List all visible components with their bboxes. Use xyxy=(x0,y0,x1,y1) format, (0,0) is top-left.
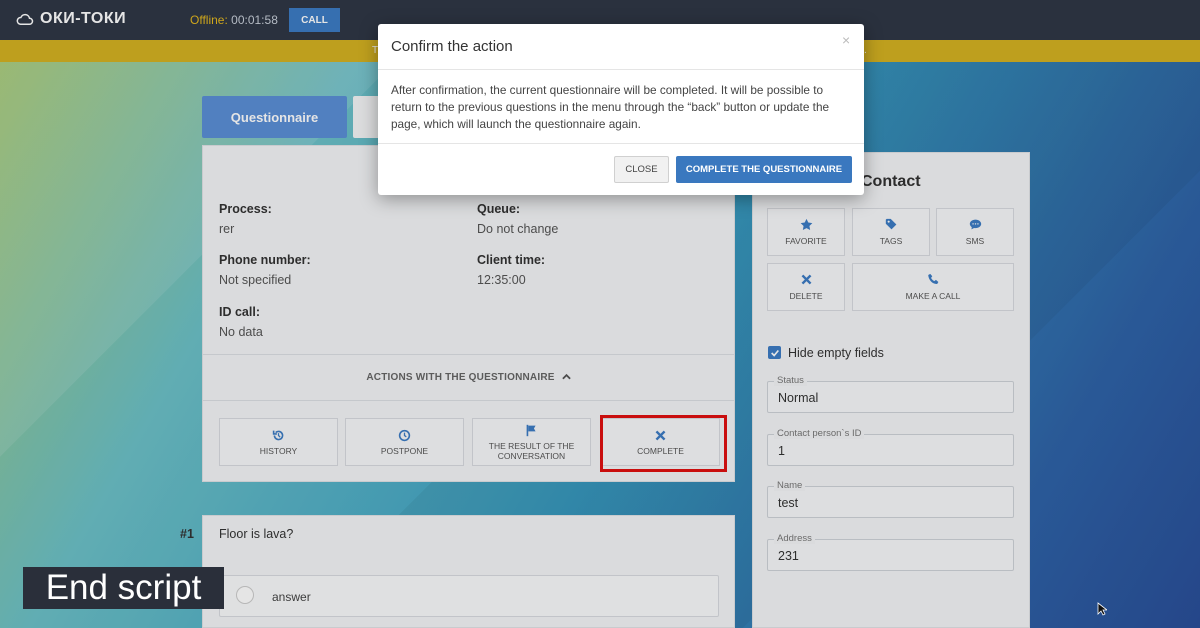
id-call-label: ID call: xyxy=(219,305,260,319)
question-card: Floor is lava? answer xyxy=(202,515,735,628)
modal-close-button[interactable]: CLOSE xyxy=(614,156,669,183)
tags-icon xyxy=(885,218,896,230)
queue-label: Queue: xyxy=(477,202,521,216)
postpone-button[interactable]: POSTPONE xyxy=(345,418,464,466)
sms-label: SMS xyxy=(965,236,985,246)
address-field[interactable]: Address 231 xyxy=(767,533,1014,571)
check-icon xyxy=(770,349,779,357)
history-button[interactable]: HISTORY xyxy=(219,418,338,466)
confirm-modal: Confirm the action × After confirmation,… xyxy=(378,24,864,195)
favorite-label: FAVORITE xyxy=(785,236,827,246)
contact-title: Contact xyxy=(861,173,921,190)
name-field-label: Name xyxy=(774,480,806,491)
call-button[interactable]: CALL xyxy=(289,8,340,32)
postpone-label: POSTPONE xyxy=(380,445,429,456)
phone-label: Phone number: xyxy=(219,253,311,267)
client-time-label: Client time: xyxy=(477,253,546,267)
status-timer: 00:01:58 xyxy=(231,13,278,27)
question-number: #1 xyxy=(180,527,194,541)
logo[interactable]: ОКИ-ТОКИ xyxy=(16,10,126,28)
answer-radio[interactable] xyxy=(236,586,254,604)
clock-icon xyxy=(398,429,411,441)
chat-icon xyxy=(969,219,981,230)
modal-body: After confirmation, the current question… xyxy=(391,83,830,131)
delete-button[interactable]: DELETE xyxy=(767,263,845,311)
answer-option[interactable]: answer xyxy=(219,575,719,617)
address-field-label: Address xyxy=(774,533,815,544)
contact-id-field-value: 1 xyxy=(778,444,785,458)
modal-divider xyxy=(378,143,864,144)
contact-card: Contact FAVORITE TAGS SMS DELETE MAKE A … xyxy=(752,152,1030,628)
flag-icon xyxy=(526,424,536,436)
delete-icon xyxy=(801,274,811,285)
question-text: Floor is lava? xyxy=(219,527,294,541)
actions-title: ACTIONS WITH THE QUESTIONNAIRE xyxy=(366,372,555,383)
name-field-value: test xyxy=(778,496,799,510)
hide-empty-label: Hide empty fields xyxy=(788,346,884,360)
cloud-icon xyxy=(16,13,34,25)
chevron-up-icon xyxy=(561,372,571,383)
banner-text-right: . xyxy=(864,45,867,56)
id-call-value: No data xyxy=(219,325,263,339)
actions-toggle[interactable]: ACTIONS WITH THE QUESTIONNAIRE xyxy=(203,372,734,383)
modal-title: Confirm the action xyxy=(391,38,513,55)
modal-close-icon[interactable]: × xyxy=(842,32,850,48)
status-field-value: Normal xyxy=(778,391,819,405)
client-time-value: 12:35:00 xyxy=(477,273,526,287)
status-label: Offline: xyxy=(190,13,228,27)
status-field-label: Status xyxy=(774,375,807,386)
hide-empty-checkbox[interactable] xyxy=(768,346,781,359)
conversation-result-button[interactable]: THE RESULT OF THE CONVERSATION xyxy=(472,418,591,466)
queue-value: Do not change xyxy=(477,222,559,236)
highlight-box xyxy=(600,415,727,472)
conversation-result-label: THE RESULT OF THE CONVERSATION xyxy=(488,440,575,461)
tags-label: TAGS xyxy=(879,236,903,246)
connection-status: Offline: 00:01:58 xyxy=(190,13,278,27)
make-call-label: MAKE A CALL xyxy=(905,291,961,301)
make-call-button[interactable]: MAKE A CALL xyxy=(852,263,1014,311)
history-label: HISTORY xyxy=(259,445,298,456)
address-field-value: 231 xyxy=(778,549,799,563)
end-script-caption: End script xyxy=(23,567,224,609)
complete-questionnaire-button[interactable]: COMPLETE THE QUESTIONNAIRE xyxy=(676,156,852,183)
phone-value: Not specified xyxy=(219,273,292,287)
divider xyxy=(203,400,734,401)
divider xyxy=(203,354,734,355)
history-icon xyxy=(272,430,284,440)
delete-label: DELETE xyxy=(789,291,823,301)
favorite-button[interactable]: FAVORITE xyxy=(767,208,845,256)
tags-button[interactable]: TAGS xyxy=(852,208,930,256)
contact-id-field-label: Contact person`s ID xyxy=(774,428,865,439)
answer-text: answer xyxy=(272,590,311,604)
mouse-cursor-icon xyxy=(1097,602,1107,616)
contact-id-field[interactable]: Contact person`s ID 1 xyxy=(767,428,1014,466)
process-label: Process: xyxy=(219,202,272,216)
sms-button[interactable]: SMS xyxy=(936,208,1014,256)
tab-questionnaire[interactable]: Questionnaire xyxy=(202,96,347,138)
star-icon xyxy=(800,218,812,231)
process-value: rer xyxy=(219,222,235,236)
status-field[interactable]: Status Normal xyxy=(767,375,1014,413)
logo-text: ОКИ-ТОКИ xyxy=(40,10,127,27)
phone-icon xyxy=(927,273,938,284)
name-field[interactable]: Name test xyxy=(767,480,1014,518)
modal-divider xyxy=(378,69,864,70)
